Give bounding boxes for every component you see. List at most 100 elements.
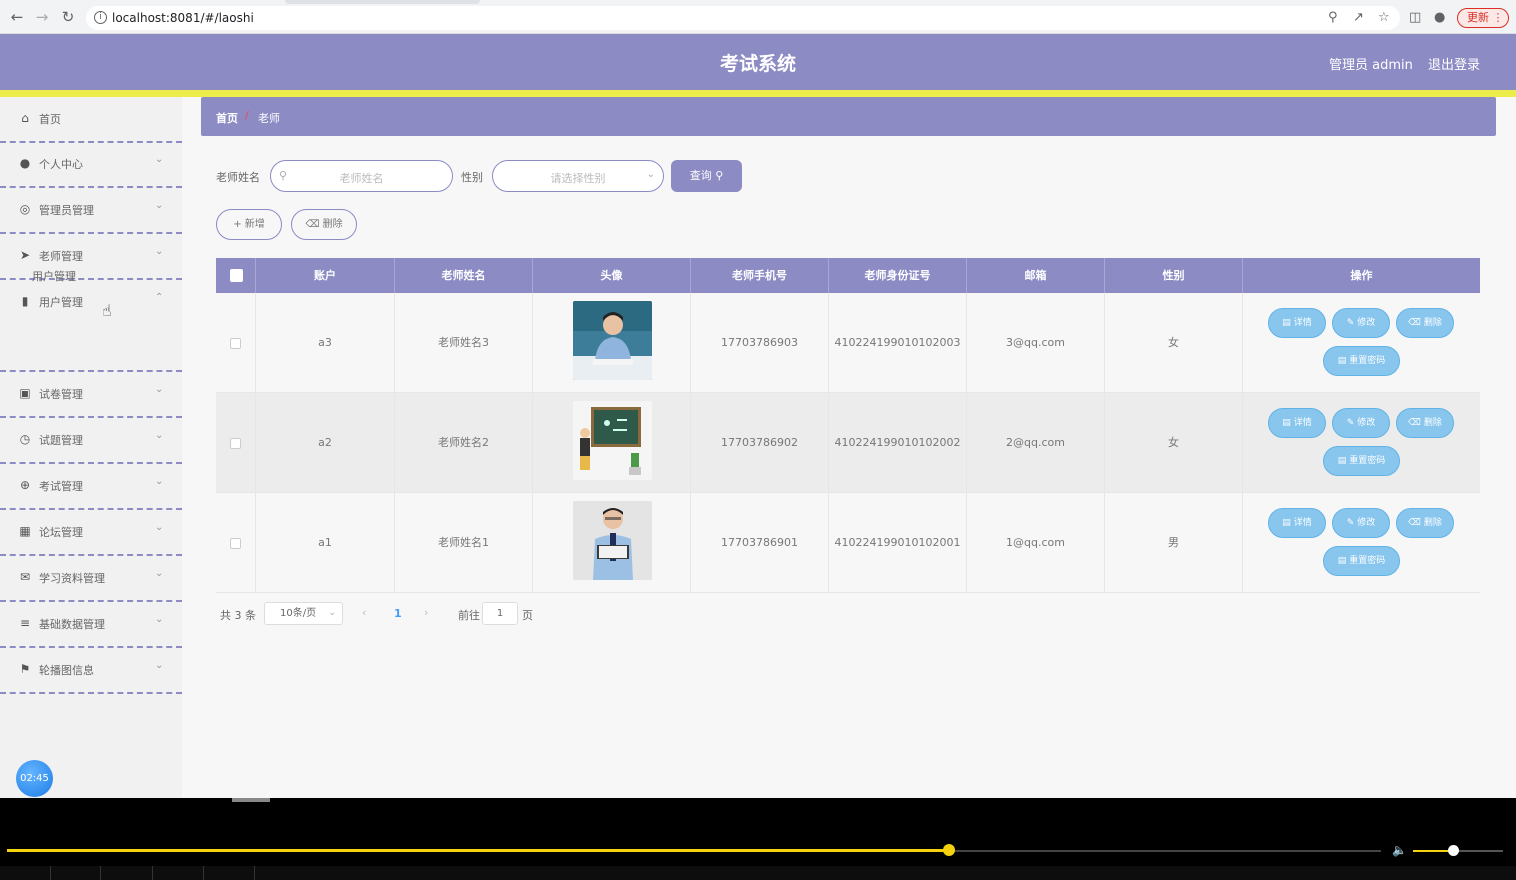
volume-icon[interactable]: 🔈 [1392,843,1407,857]
cell-id-number: 410224199010102003 [829,293,967,393]
forward-icon[interactable]: → [34,9,50,25]
sidebar-item-base-data-management[interactable]: ≡ 基础数据管理 ⌄ [0,602,182,648]
chevron-down-icon: ⌄ [155,154,164,165]
grid-icon: ▦ [19,524,31,538]
sidebar-item-paper-management[interactable]: ▣ 试卷管理 ⌄ [0,372,182,418]
chevron-down-icon: ⌄ [155,568,164,579]
browser-tab[interactable] [285,0,480,4]
teacher-name-placeholder: 老师姓名 [339,172,384,185]
sidebar-item-home[interactable]: ⌂ 首页 [0,97,182,143]
detail-button[interactable]: ▤ 详情 [1268,408,1326,438]
sidebar-item-admin-management[interactable]: ◎ 管理员管理 ⌄ [0,188,182,234]
logout-button[interactable]: 退出登录 [1428,54,1480,73]
sidebar: ⌂ 首页 ● 个人中心 ⌄ ◎ 管理员管理 ⌄ ➤ 老师管理 ⌄ ▮ 用户管理 … [0,97,182,798]
header-id-number: 老师身份证号 [829,258,967,293]
row-checkbox[interactable] [230,438,241,449]
page-size-value: 10条/页 [280,608,317,619]
reset-password-button[interactable]: ▤ 重置密码 [1323,346,1400,376]
detail-label: 详情 [1293,418,1312,428]
cell-phone: 17703786901 [691,493,829,593]
sliders-icon: ≡ [19,616,31,630]
goto-label: 前往 [458,609,480,622]
edit-button[interactable]: ✎ 修改 [1332,308,1390,338]
edit-button[interactable]: ✎ 修改 [1332,508,1390,538]
teacher-avatar-image[interactable] [573,501,652,580]
detail-button[interactable]: ▤ 详情 [1268,508,1326,538]
prev-page-icon[interactable]: ‹ [362,606,366,619]
detail-button[interactable]: ▤ 详情 [1268,308,1326,338]
search-icon: ⚲ [715,169,724,182]
edit-button[interactable]: ✎ 修改 [1332,408,1390,438]
volume-fill [1413,850,1453,852]
teacher-avatar-image[interactable] [573,301,652,380]
sidebar-subitem-user-management[interactable]: 用户管理 [32,268,76,284]
reset-password-button[interactable]: ▤ 重置密码 [1323,546,1400,576]
address-bar[interactable]: i localhost:8081/#/laoshi [86,6,1400,30]
cell-email: 2@qq.com [967,393,1105,493]
cell-teacher-name: 老师姓名2 [395,393,533,493]
batch-delete-button[interactable]: ⌫ 删除 [291,209,357,240]
delete-button[interactable]: ⌫ 删除 [1396,408,1454,438]
page-number-current[interactable]: 1 [394,607,402,620]
edit-label: 修改 [1357,518,1376,528]
sidebar-item-user-management[interactable]: ▮ 用户管理 ⌃ [0,280,182,372]
browser-update-button[interactable]: 更新 ⋮ [1457,8,1509,28]
add-button[interactable]: + 新增 [216,209,282,240]
chevron-down-icon: ⌄ [646,169,655,180]
sidebar-item-materials-management[interactable]: ✉ 学习资料管理 ⌄ [0,556,182,602]
sidebar-item-label: 学习资料管理 [39,572,105,585]
share-icon[interactable]: ↗ [1353,11,1364,25]
delete-button[interactable]: ⌫ 删除 [1396,508,1454,538]
sidebar-item-label: 考试管理 [39,480,83,493]
breadcrumb-separator: / [245,109,249,122]
teacher-name-input[interactable]: ⚲ 老师姓名 [270,160,453,192]
sidebar-item-label: 论坛管理 [39,526,83,539]
reset-password-button[interactable]: ▤ 重置密码 [1323,446,1400,476]
site-info-icon[interactable]: i [94,11,107,24]
table-row: a3 老师姓名3 17703786903 410224199010102003 … [216,293,1480,393]
reset-password-label: 重置密码 [1349,456,1386,466]
sidebar-item-personal-center[interactable]: ● 个人中心 ⌄ [0,142,182,188]
delete-button[interactable]: ⌫ 删除 [1396,308,1454,338]
teacher-avatar-image[interactable] [573,401,652,480]
chevron-down-icon: ⌄ [155,384,164,395]
row-checkbox[interactable] [230,538,241,549]
profile-icon[interactable]: ● [1434,11,1445,25]
horizontal-scrollbar[interactable] [232,798,270,802]
cell-id-number: 410224199010102002 [829,393,967,493]
select-all-checkbox[interactable] [230,269,243,282]
pagination-total: 共 3 条 [220,609,256,622]
row-checkbox[interactable] [230,338,241,349]
avatar-man-writing [573,301,652,380]
chevron-down-icon: ⌄ [155,200,164,211]
header-email: 邮箱 [967,258,1105,293]
delete-label: 删除 [1423,318,1442,328]
sidebar-item-carousel-info[interactable]: ⚑ 轮播图信息 ⌄ [0,648,182,694]
volume-handle[interactable] [1448,845,1459,856]
bookmark-star-icon[interactable]: ☆ [1378,11,1390,25]
back-icon[interactable]: ← [9,9,25,25]
floating-timer-badge[interactable]: 02:45 [16,760,53,797]
reload-icon[interactable]: ↻ [60,9,76,25]
edit-icon: ✎ [1346,318,1355,328]
next-page-icon[interactable]: › [424,606,428,619]
goto-page-input[interactable]: 1 [482,602,518,625]
header-select-all[interactable] [216,258,256,293]
query-button[interactable]: 查询 ⚲ [671,160,742,192]
side-panel-icon[interactable]: ◫ [1409,11,1421,25]
sidebar-item-forum-management[interactable]: ▦ 论坛管理 ⌄ [0,510,182,556]
sidebar-item-exam-management[interactable]: ⊕ 考试管理 ⌄ [0,464,182,510]
sidebar-item-label: 首页 [39,113,61,126]
breadcrumb-home[interactable]: 首页 [216,110,238,126]
video-seek-handle[interactable] [943,844,955,856]
delete-button-label: 删除 [322,219,343,230]
gender-select[interactable]: 请选择性别 ⌄ [492,160,664,192]
detail-label: 详情 [1293,518,1312,528]
page-size-select[interactable]: 10条/页 ⌄ [264,602,343,625]
gender-placeholder: 请选择性别 [550,172,606,185]
avatar-teacher-at-chalkboard [573,401,652,480]
sidebar-item-question-management[interactable]: ◷ 试题管理 ⌄ [0,418,182,464]
sidebar-item-teacher-management[interactable]: ➤ 老师管理 ⌄ [0,234,182,280]
send-icon: ➤ [19,248,31,262]
key-icon[interactable]: ⚲ [1328,11,1338,25]
